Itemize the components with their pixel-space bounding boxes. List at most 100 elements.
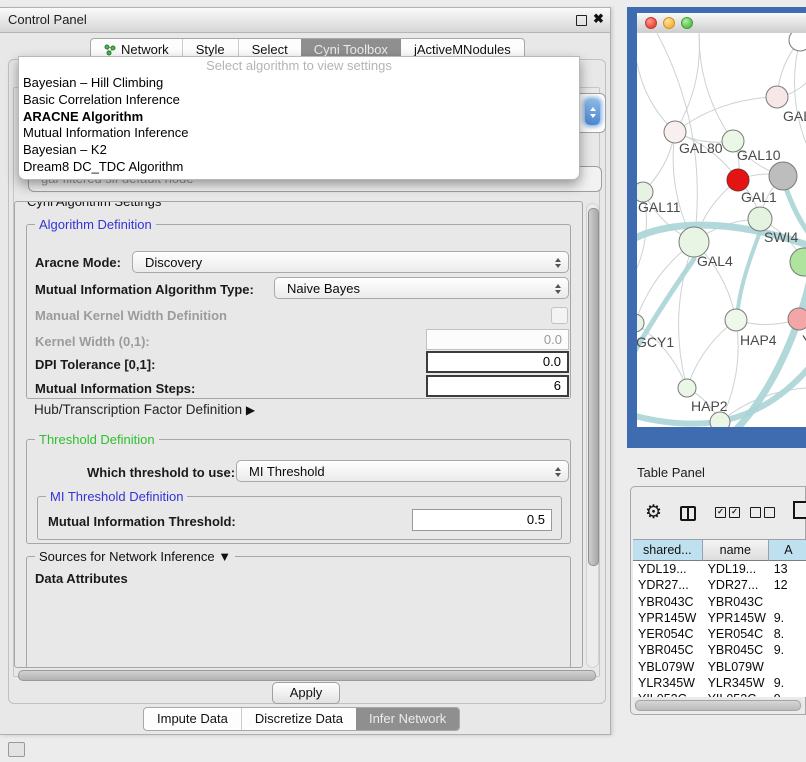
- algorithm-option[interactable]: Basic Correlation Inference: [19, 92, 579, 109]
- algorithm-option[interactable]: ARACNE Algorithm: [19, 109, 579, 126]
- network-canvas[interactable]: GALGAL80GAL10GAL1GAL11SWI4GAL4GCY1HAP4YH…: [637, 33, 806, 427]
- select-all-columns-icon[interactable]: ✓ ✓: [715, 507, 740, 518]
- table-cell: YDL19...: [703, 561, 769, 577]
- node-label: HAP2: [691, 398, 728, 414]
- network-node-gcy1[interactable]: [637, 314, 644, 332]
- mi-threshold-value: 0.5: [527, 512, 545, 527]
- table-row[interactable]: YER054CYER054C8.: [633, 626, 806, 642]
- expander-down-icon[interactable]: ▼: [218, 549, 231, 564]
- manual-kernel-label: Manual Kernel Width Definition: [35, 308, 227, 323]
- unchecked-box-icon: [750, 507, 761, 518]
- network-node-swi4[interactable]: [748, 207, 772, 231]
- algorithm-option[interactable]: Bayesian – K2: [19, 142, 579, 159]
- table-row[interactable]: YBR045CYBR045C9.: [633, 642, 806, 658]
- cyni-algorithm-settings-group: Cyni Algorithm Settings Algorithm Defini…: [14, 201, 583, 668]
- network-node[interactable]: [789, 33, 806, 51]
- deselect-all-columns-icon[interactable]: [750, 507, 775, 518]
- minimize-traffic-icon[interactable]: [663, 17, 675, 29]
- kernel-width-field[interactable]: 0.0: [426, 329, 569, 350]
- table-cell: YIL052C: [633, 691, 703, 697]
- network-edge[interactable]: [794, 40, 806, 143]
- table-cell: YLR345W: [633, 675, 703, 691]
- mi-algorithm-type-combo[interactable]: Naive Bayes: [274, 277, 569, 299]
- mi-type-value: Naive Bayes: [287, 281, 360, 296]
- algorithm-option[interactable]: Bayesian – Hill Climbing: [19, 75, 579, 92]
- settings-vertical-scrollbar[interactable]: [586, 203, 599, 668]
- combo-stepper-icon: [552, 256, 563, 270]
- tab-impute-data[interactable]: Impute Data: [144, 708, 241, 730]
- network-edge[interactable]: [699, 33, 733, 141]
- network-node-hap4[interactable]: [725, 309, 747, 331]
- node-table: shared...nameA YDL19...YDL19...13YDR27..…: [633, 539, 806, 697]
- network-edge[interactable]: [687, 320, 736, 388]
- close-icon[interactable]: ✖: [593, 11, 604, 27]
- table-cell: YBR043C: [703, 594, 769, 610]
- table-cell: YDR27...: [633, 577, 703, 593]
- node-label: HAP4: [740, 332, 777, 348]
- table-cell: YIL052C: [703, 691, 769, 697]
- aracne-mode-combo[interactable]: Discovery: [132, 251, 569, 273]
- network-window: GALGAL80GAL10GAL1GAL11SWI4GAL4GCY1HAP4YH…: [637, 13, 806, 427]
- table-scrollbar-thumb[interactable]: [635, 700, 801, 711]
- network-node[interactable]: [710, 412, 730, 427]
- close-traffic-icon[interactable]: [645, 17, 657, 29]
- control-panel-titlebar[interactable]: Control Panel ✖: [0, 8, 610, 33]
- network-graph[interactable]: GALGAL80GAL10GAL1GAL11SWI4GAL4GCY1HAP4YH…: [637, 33, 806, 427]
- table-cell: YBR043C: [633, 594, 703, 610]
- collapsed-panel-icon[interactable]: [8, 742, 25, 757]
- cyni-settings-group-title: Cyni Algorithm Settings: [23, 201, 165, 209]
- network-node-gal[interactable]: [766, 86, 788, 108]
- network-edge[interactable]: [637, 63, 675, 132]
- network-node[interactable]: [769, 162, 797, 190]
- tab-discretize-data[interactable]: Discretize Data: [241, 708, 356, 730]
- network-window-titlebar[interactable]: [637, 13, 806, 34]
- manual-kernel-checkbox[interactable]: [551, 307, 568, 324]
- network-node-hap2[interactable]: [678, 379, 696, 397]
- algorithm-option[interactable]: Mutual Information Inference: [19, 125, 579, 142]
- table-row[interactable]: YDL19...YDL19...13: [633, 561, 806, 577]
- network-node[interactable]: [790, 248, 806, 276]
- table-row[interactable]: YBR043CYBR043C: [633, 594, 806, 610]
- which-threshold-value: MI Threshold: [249, 464, 325, 479]
- network-node-y[interactable]: [788, 308, 806, 330]
- dpi-tolerance-field[interactable]: 0.0: [426, 351, 569, 373]
- column-header-shared...[interactable]: shared...: [633, 539, 703, 561]
- table-horizontal-scrollbar[interactable]: [634, 699, 804, 710]
- column-header-A[interactable]: A: [769, 539, 806, 561]
- sources-group-title[interactable]: Sources for Network Inference ▼: [35, 549, 235, 564]
- network-node-gal1[interactable]: [727, 169, 749, 191]
- table-cell: [769, 594, 806, 610]
- table-cell: YDL19...: [633, 561, 703, 577]
- table-row[interactable]: YPR145WYPR145W9.: [633, 610, 806, 626]
- apply-button[interactable]: Apply: [272, 682, 340, 704]
- horizontal-scrollbar-thumb[interactable]: [18, 670, 596, 681]
- table-row[interactable]: YIL052CYIL052C9: [633, 691, 806, 697]
- zoom-traffic-icon[interactable]: [681, 17, 693, 29]
- table-body: YDL19...YDL19...13YDR27...YDR27...12YBR0…: [633, 561, 806, 697]
- expander-right-icon[interactable]: ▶: [246, 403, 255, 417]
- mi-steps-field[interactable]: 6: [426, 375, 569, 397]
- tab-infer-network[interactable]: Infer Network: [356, 708, 459, 730]
- vertical-scrollbar-thumb[interactable]: [588, 208, 599, 566]
- which-threshold-combo[interactable]: MI Threshold: [236, 460, 569, 482]
- algorithm-option[interactable]: Dream8 DC_TDC Algorithm: [19, 159, 579, 176]
- control-panel: Control Panel ✖ NetworkStyleSelectCyni T…: [0, 7, 611, 735]
- gear-icon[interactable]: ⚙: [645, 503, 662, 522]
- tab-label: Impute Data: [157, 708, 228, 730]
- mi-threshold-field[interactable]: 0.5: [412, 509, 552, 531]
- column-header-name[interactable]: name: [703, 539, 769, 561]
- combo-stepper-icon[interactable]: [585, 99, 600, 125]
- desktop: { "window": { "title": "Control Panel" }…: [0, 0, 806, 762]
- table-row[interactable]: YLR345WYLR345W9.: [633, 675, 806, 691]
- cyni-mode-tabbar: Impute Data Discretize DataInfer Network: [143, 707, 460, 731]
- document-icon[interactable]: [793, 501, 806, 519]
- table-row[interactable]: YBL079WYBL079W: [633, 659, 806, 675]
- network-view-frame[interactable]: GALGAL80GAL10GAL1GAL11SWI4GAL4GCY1HAP4YH…: [627, 7, 806, 448]
- table-row[interactable]: YDR27...YDR27...12: [633, 577, 806, 593]
- settings-horizontal-scrollbar[interactable]: [16, 669, 598, 681]
- columns-icon[interactable]: [680, 506, 696, 521]
- float-panel-icon[interactable]: [576, 15, 587, 26]
- hub-definition-expander[interactable]: Hub/Transcription Factor Definition ▶: [34, 402, 255, 417]
- network-edge-highlighted[interactable]: [738, 232, 760, 308]
- table-cell: 9: [769, 691, 806, 697]
